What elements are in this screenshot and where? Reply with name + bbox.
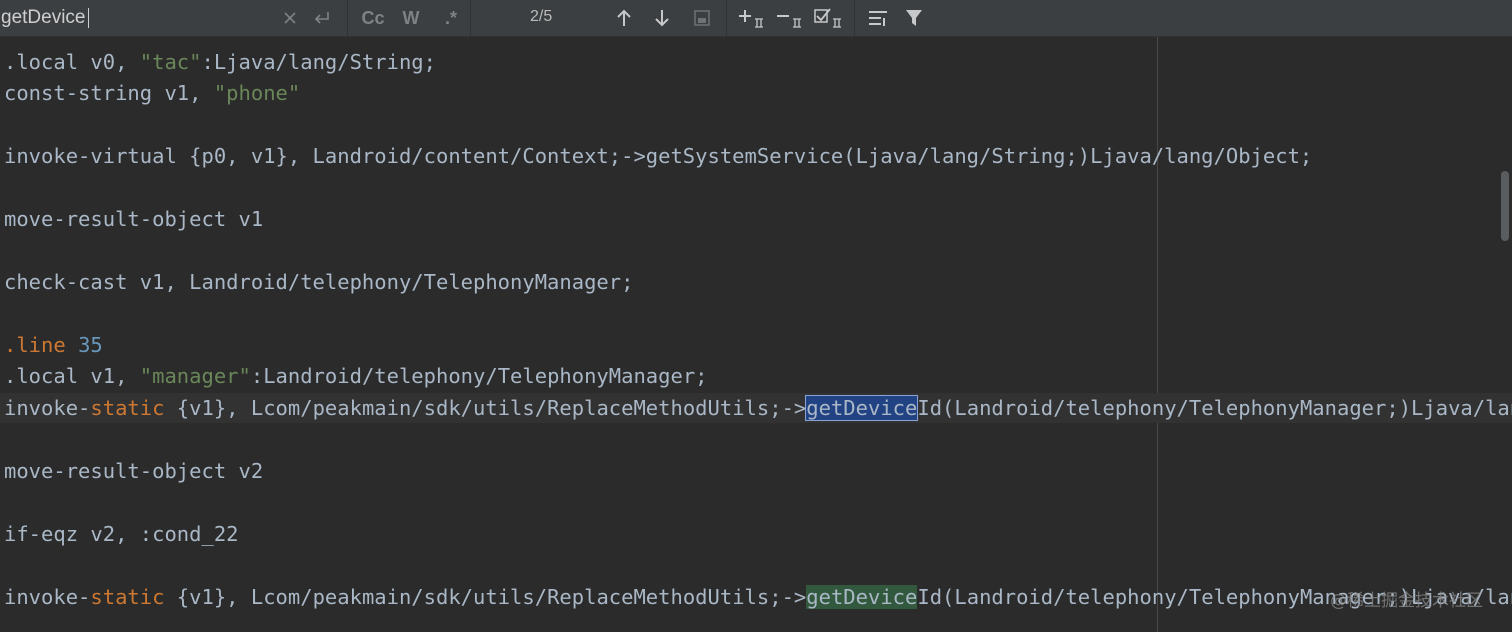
- filter-icon[interactable]: [902, 4, 926, 32]
- match-counter: 2/5: [530, 8, 553, 25]
- code-token: static: [90, 585, 165, 609]
- code-token: "tac": [139, 50, 202, 74]
- code-token: invoke-: [4, 585, 91, 609]
- whole-words-button[interactable]: W: [398, 4, 424, 32]
- next-occurrence-icon[interactable]: [650, 4, 674, 32]
- code-token: check-cast v1, Landroid/telephony/Teleph…: [4, 270, 634, 294]
- current-search-match: getDevice: [805, 395, 919, 421]
- code-token: move-result-object v2: [4, 459, 264, 483]
- scrollbar-thumb[interactable]: [1501, 171, 1509, 241]
- code-token: .local v0,: [4, 50, 140, 74]
- add-occurrence-icon[interactable]: [736, 4, 766, 32]
- text-caret: [88, 8, 89, 28]
- right-margin-guide: [1157, 37, 1158, 632]
- code-token: "phone": [213, 81, 301, 105]
- select-all-occurrences-icon[interactable]: [690, 4, 714, 32]
- code-line: invoke-static {v1}, Lcom/peakmain/sdk/ut…: [4, 582, 1512, 612]
- code-line: check-cast v1, Landroid/telephony/Teleph…: [4, 267, 633, 297]
- code-token: static: [90, 396, 165, 420]
- code-token: .local v1,: [4, 364, 140, 388]
- search-box: [0, 0, 345, 37]
- code-token: :Landroid/telephony/TelephonyManager;: [250, 364, 708, 388]
- code-token: invoke-virtual {p0, v1}, Landroid/conten…: [4, 144, 1313, 168]
- code-token: {v1}, Lcom/peakmain/sdk/utils/ReplaceMet…: [164, 396, 807, 420]
- code-token: const-string v1,: [4, 81, 214, 105]
- code-line: if-eqz v2, :cond_22: [4, 519, 239, 549]
- previous-occurrence-icon[interactable]: [612, 4, 636, 32]
- code-line: .local v0, "tac":Ljava/lang/String;: [4, 47, 436, 77]
- code-line: .local v1, "manager":Landroid/telephony/…: [4, 361, 708, 391]
- new-line-icon[interactable]: [310, 4, 334, 32]
- code-line-current: invoke-static {v1}, Lcom/peakmain/sdk/ut…: [0, 393, 1512, 423]
- code-editor[interactable]: .local v0, "tac":Ljava/lang/String; const…: [0, 37, 1512, 632]
- regex-button[interactable]: .*: [438, 4, 464, 32]
- code-line: invoke-virtual {p0, v1}, Landroid/conten…: [4, 141, 1312, 171]
- code-token: .line: [4, 333, 79, 357]
- code-token: {v1}, Lcom/peakmain/sdk/utils/ReplaceMet…: [164, 585, 807, 609]
- code-line: move-result-object v2: [4, 456, 263, 486]
- remove-occurrence-icon[interactable]: [774, 4, 804, 32]
- code-token: invoke-: [4, 396, 91, 420]
- select-all-matches-icon[interactable]: [812, 4, 844, 32]
- search-input[interactable]: [0, 4, 281, 32]
- code-line: move-result-object v1: [4, 204, 263, 234]
- code-token: if-eqz v2, :cond_22: [4, 522, 239, 546]
- search-match: getDevice: [806, 585, 918, 609]
- code-line: const-string v1, "phone": [4, 78, 300, 108]
- filter-search-results-icon[interactable]: [864, 4, 892, 32]
- toolbar-separator: [470, 0, 471, 37]
- watermark: @稀土掘金技术社区: [1330, 591, 1483, 611]
- toolbar-separator: [854, 0, 855, 37]
- code-line: .line 35: [4, 330, 103, 360]
- code-token: 35: [78, 333, 103, 357]
- code-token: :Ljava/lang/String;: [201, 50, 436, 74]
- code-token: move-result-object v1: [4, 207, 264, 231]
- code-token: Id(Landroid/telephony/TelephonyManager;)…: [917, 396, 1512, 420]
- code-token: "manager": [139, 364, 251, 388]
- find-toolbar: Cc W .* 2/5: [0, 0, 1512, 37]
- clear-search-icon[interactable]: [280, 4, 300, 32]
- match-case-button[interactable]: Cc: [358, 4, 388, 32]
- toolbar-separator: [726, 0, 727, 37]
- toolbar-separator: [347, 0, 348, 37]
